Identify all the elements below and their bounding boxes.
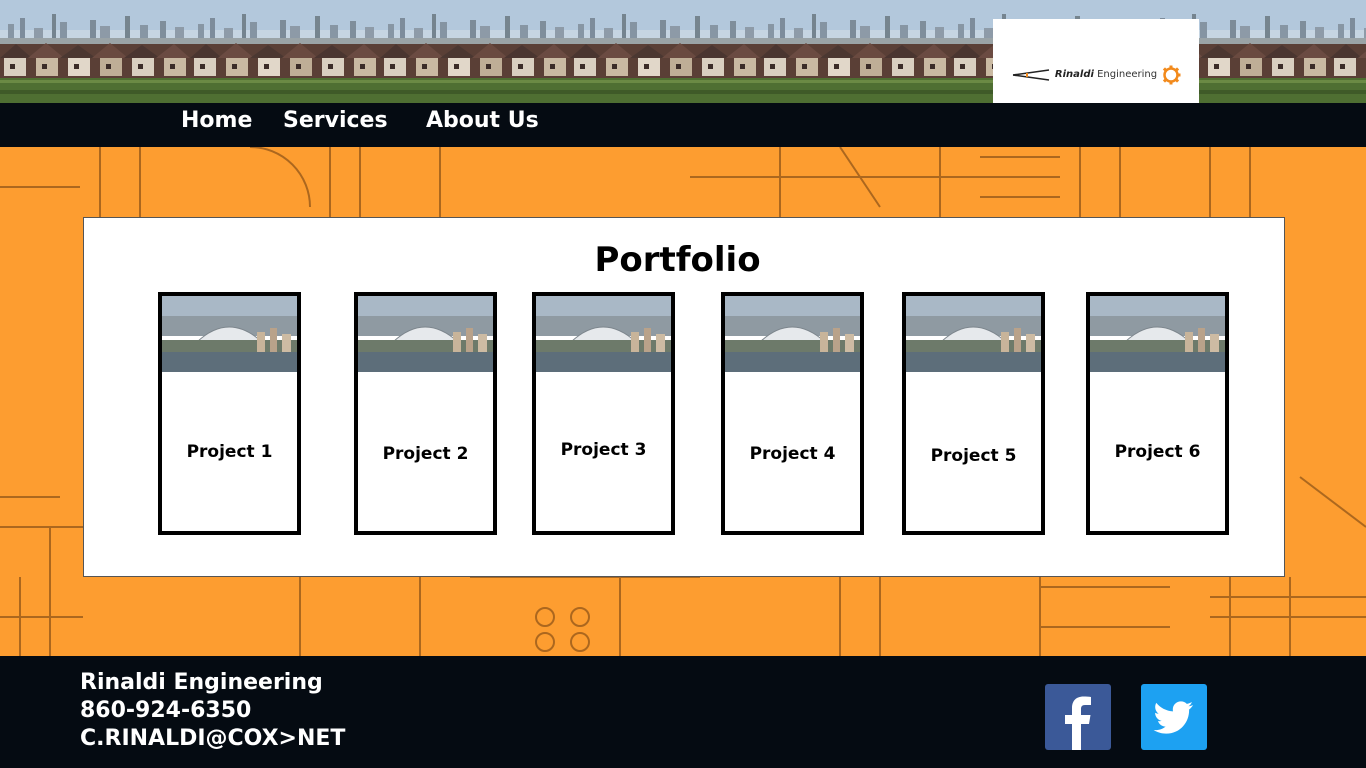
footer-email: C.RINALDI@COX>NET	[80, 726, 346, 751]
logo-wordmark: Rinaldi Engineering	[1055, 69, 1157, 80]
logo-word: Engineering	[1097, 69, 1158, 80]
project-card-2[interactable]: Project 2	[354, 292, 497, 535]
footer-phone: 860-924-6350	[80, 698, 252, 723]
footer-company-name: Rinaldi Engineering	[80, 670, 323, 695]
project-card-1[interactable]: Project 1	[158, 292, 301, 535]
project-card-4[interactable]: Project 4	[721, 292, 864, 535]
project-thumbnail-image	[162, 296, 297, 372]
compass-icon	[1012, 68, 1049, 81]
project-thumbnail-image	[536, 296, 671, 372]
project-thumbnail-image	[1090, 296, 1225, 372]
project-thumbnail-image	[358, 296, 493, 372]
project-thumbnail-image	[725, 296, 860, 372]
nav-home[interactable]: Home	[181, 108, 252, 133]
project-thumbnail-image	[906, 296, 1041, 372]
facebook-icon	[1045, 684, 1111, 750]
logo-brand: Rinaldi	[1054, 69, 1094, 80]
project-label: Project 5	[930, 446, 1017, 466]
facebook-button[interactable]	[1045, 684, 1111, 750]
nav-services[interactable]: Services	[283, 108, 388, 133]
twitter-icon	[1141, 684, 1207, 750]
portfolio-title: Portfolio	[594, 240, 761, 280]
project-label: Project 4	[749, 444, 836, 464]
project-label: Project 1	[186, 442, 273, 462]
project-card-3[interactable]: Project 3	[532, 292, 675, 535]
project-card-5[interactable]: Project 5	[902, 292, 1045, 535]
gear-icon	[1162, 65, 1181, 84]
project-label: Project 3	[560, 440, 647, 460]
twitter-button[interactable]	[1141, 684, 1207, 750]
project-label: Project 6	[1114, 442, 1201, 462]
main-navigation: Home Services About Us	[0, 103, 1366, 147]
project-label: Project 2	[382, 444, 469, 464]
project-card-6[interactable]: Project 6	[1086, 292, 1229, 535]
portfolio-panel: Portfolio Project 1 Project 2 Project 3 …	[83, 217, 1285, 577]
nav-about-us[interactable]: About Us	[426, 108, 539, 133]
